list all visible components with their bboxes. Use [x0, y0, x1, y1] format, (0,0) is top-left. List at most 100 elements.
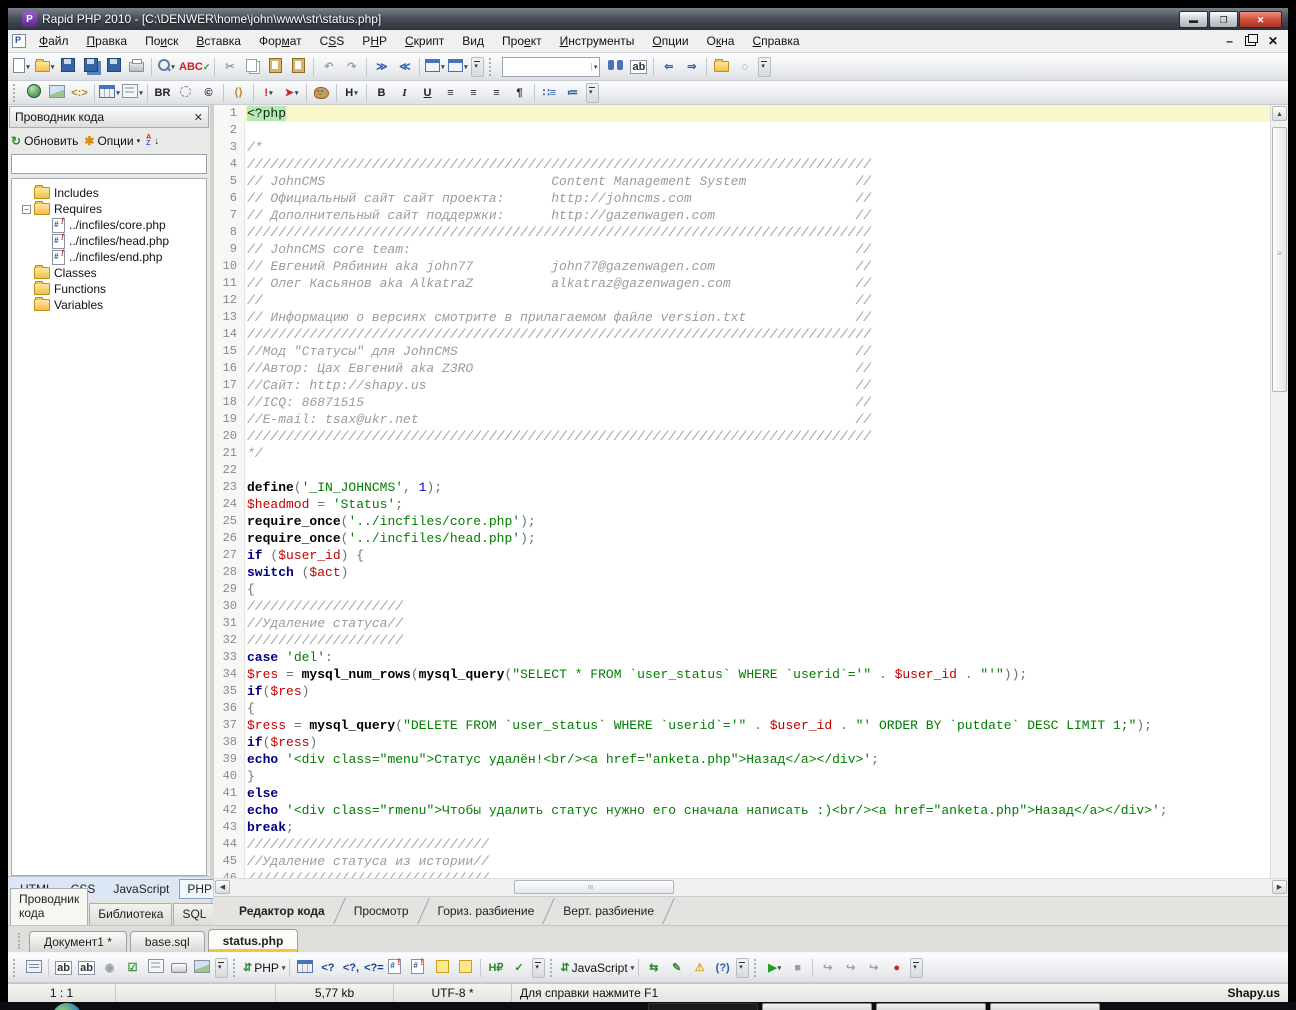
toolbar-overflow-button[interactable] [586, 83, 599, 103]
panel-close-icon[interactable]: ✕ [194, 111, 203, 124]
menu-Вставка[interactable]: Вставка [187, 32, 250, 50]
code-editor[interactable]: 1<?php23/*4/////////////////////////////… [213, 105, 1288, 878]
code-line-34[interactable]: 34$res = mysql_num_rows(mysql_query("SEL… [214, 666, 1271, 683]
code-line-19[interactable]: 19//E-mail: tsax@ukr.net // [214, 411, 1271, 428]
refresh-button[interactable]: ↻Обновить [11, 134, 78, 148]
horizontal-scroll-thumb[interactable] [514, 880, 674, 894]
sort-button[interactable]: AZ↓ [146, 135, 159, 147]
document-tab-status.php[interactable]: status.php [208, 929, 299, 952]
toolbar-spell-check-button[interactable]: ABC✓ [179, 57, 210, 77]
toolbar-tag-button[interactable]: ⟨⟩ [228, 83, 249, 103]
code-line-2[interactable]: 2 [214, 122, 1271, 139]
toolbar-table-button[interactable]: ▾ [99, 83, 120, 103]
scroll-right-icon[interactable]: ▶ [1272, 880, 1287, 894]
toolbar-code-snippet-button[interactable]: <:> [69, 83, 90, 103]
toolbar-overflow-button[interactable] [758, 57, 771, 77]
toolbar-cut-button[interactable]: ✂ [219, 57, 240, 77]
toolbar-layout-button[interactable]: ▾ [447, 57, 468, 77]
tree-item-..-incfiles-end.php[interactable]: ../incfiles/end.php [12, 249, 206, 265]
toolbar-undo-button[interactable]: ↶ [318, 57, 339, 77]
menu-CSS[interactable]: CSS [311, 32, 354, 50]
tree-item-Variables[interactable]: Variables [12, 297, 206, 313]
toolbar-replace-button[interactable]: ab [628, 57, 649, 77]
toolbar-align-left-button[interactable]: ≡ [440, 83, 461, 103]
toolbar-warning-button[interactable]: ⚠ [689, 958, 710, 978]
menu-Инструменты[interactable]: Инструменты [551, 32, 644, 50]
toolbar-outdent-button[interactable]: ≪ [394, 57, 415, 77]
toolbar-note-comment-button[interactable] [455, 958, 476, 978]
code-line-12[interactable]: 12// // [214, 292, 1271, 309]
toolbar-paste-button[interactable] [265, 57, 286, 77]
toolbar-php-switch-button[interactable] [294, 958, 315, 978]
taskbar-button[interactable] [990, 1003, 1100, 1010]
toolbar-script-check-button[interactable]: ✓ [508, 958, 529, 978]
code-line-46[interactable]: 46/////////////////////////////// [214, 870, 1271, 878]
view-tab-Редактор-кода[interactable]: Редактор кода [225, 898, 339, 925]
code-line-33[interactable]: 33case 'del': [214, 649, 1271, 666]
code-line-26[interactable]: 26require_once('../incfiles/head.php'); [214, 530, 1271, 547]
menu-Вид[interactable]: Вид [453, 32, 493, 50]
toolbar-image-button[interactable] [46, 83, 67, 103]
toolbar-drag-handle[interactable] [233, 959, 238, 977]
toolbar-note-arrow-button[interactable] [432, 958, 453, 978]
code-line-4[interactable]: 4///////////////////////////////////////… [214, 156, 1271, 173]
menu-PHP[interactable]: PHP [353, 32, 396, 50]
toolbar-javascript-menu-button[interactable]: ⇵JavaScript▾ [560, 958, 634, 978]
vertical-scroll-thumb[interactable] [1272, 127, 1287, 392]
code-line-8[interactable]: 8///////////////////////////////////////… [214, 224, 1271, 241]
code-line-3[interactable]: 3/* [214, 139, 1271, 156]
tree-item-..-incfiles-core.php[interactable]: ../incfiles/core.php [12, 217, 206, 233]
toolbar-paragraph-marks-button[interactable]: ¶ [509, 83, 530, 103]
toolbar-overflow-button[interactable] [215, 958, 228, 978]
code-line-42[interactable]: 42echo '<div class="rmenu">Чтобы удалить… [214, 802, 1271, 819]
tree-item-..-incfiles-head.php[interactable]: ../incfiles/head.php [12, 233, 206, 249]
toolbar-open-folder-button[interactable]: ▾ [34, 57, 55, 77]
code-line-25[interactable]: 25require_once('../incfiles/core.php'); [214, 513, 1271, 530]
toolbar-find-next-button[interactable]: ⇒ [681, 57, 702, 77]
code-explorer-filter-input[interactable] [11, 154, 207, 174]
toolbar-step-into-button[interactable]: ↪ [840, 958, 861, 978]
options-button[interactable]: ✱Опции▾ [84, 134, 140, 148]
menu-Формат[interactable]: Формат [250, 32, 311, 50]
tree-item-Classes[interactable]: Classes [12, 265, 206, 281]
code-line-37[interactable]: 37$ress = mysql_query("DELETE FROM `user… [214, 717, 1271, 734]
code-line-21[interactable]: 21*/ [214, 445, 1271, 462]
toolbar-push-button-button[interactable] [168, 958, 189, 978]
toolbar-copy-button[interactable] [242, 57, 263, 77]
mdi-restore-button[interactable] [1245, 36, 1256, 46]
toolbar-drag-handle[interactable] [754, 959, 759, 977]
taskbar-button[interactable] [762, 1003, 872, 1010]
code-line-44[interactable]: 44/////////////////////////////// [214, 836, 1271, 853]
menu-Проект[interactable]: Проект [493, 32, 551, 50]
code-line-29[interactable]: 29{ [214, 581, 1271, 598]
toolbar-windows-button[interactable]: ▾ [424, 57, 445, 77]
code-line-36[interactable]: 36{ [214, 700, 1271, 717]
toolbar-overflow-button[interactable] [736, 958, 749, 978]
toolbar-hp-tags-button[interactable]: H₽ [485, 958, 506, 978]
menu-Скрипт[interactable]: Скрипт [396, 32, 453, 50]
tree-item-Requires[interactable]: −Requires [12, 201, 206, 217]
toolbar-save-button[interactable] [57, 57, 78, 77]
code-line-17[interactable]: 17//Сайт: http://shapy.us // [214, 377, 1271, 394]
taskbar-button[interactable] [876, 1003, 986, 1010]
code-line-9[interactable]: 9// JohnCMS core team: // [214, 241, 1271, 258]
toolbar-quick-insert-button[interactable]: ➤▾ [281, 83, 302, 103]
toolbar-text-input-button[interactable]: ab [53, 958, 74, 978]
document-tab-base.sql[interactable]: base.sql [130, 931, 205, 952]
toolbar-unordered-list-button[interactable]: ∷≡ [539, 83, 560, 103]
code-line-7[interactable]: 7// Дополнительный сайт поддержки: http:… [214, 207, 1271, 224]
toolbar-find-button[interactable] [605, 57, 626, 77]
toolbar-overflow-button[interactable] [910, 958, 923, 978]
toolbar-edit-pencil-button[interactable]: ✎ [666, 958, 687, 978]
restore-button[interactable]: ❐ [1209, 11, 1238, 28]
toolbar-overflow-button[interactable] [532, 958, 545, 978]
tree-collapse-icon[interactable]: − [22, 205, 31, 214]
toolbar-paste-html-button[interactable] [288, 57, 309, 77]
code-line-28[interactable]: 28switch ($act) [214, 564, 1271, 581]
code-line-5[interactable]: 5// JohnCMS Content Management System // [214, 173, 1271, 190]
mdi-minimize-button[interactable]: – [1226, 35, 1233, 47]
toolbar-form-button[interactable]: ▾ [122, 83, 143, 103]
code-line-40[interactable]: 40} [214, 768, 1271, 785]
vertical-scrollbar[interactable]: ▲ [1270, 105, 1288, 878]
code-line-30[interactable]: 30//////////////////// [214, 598, 1271, 615]
